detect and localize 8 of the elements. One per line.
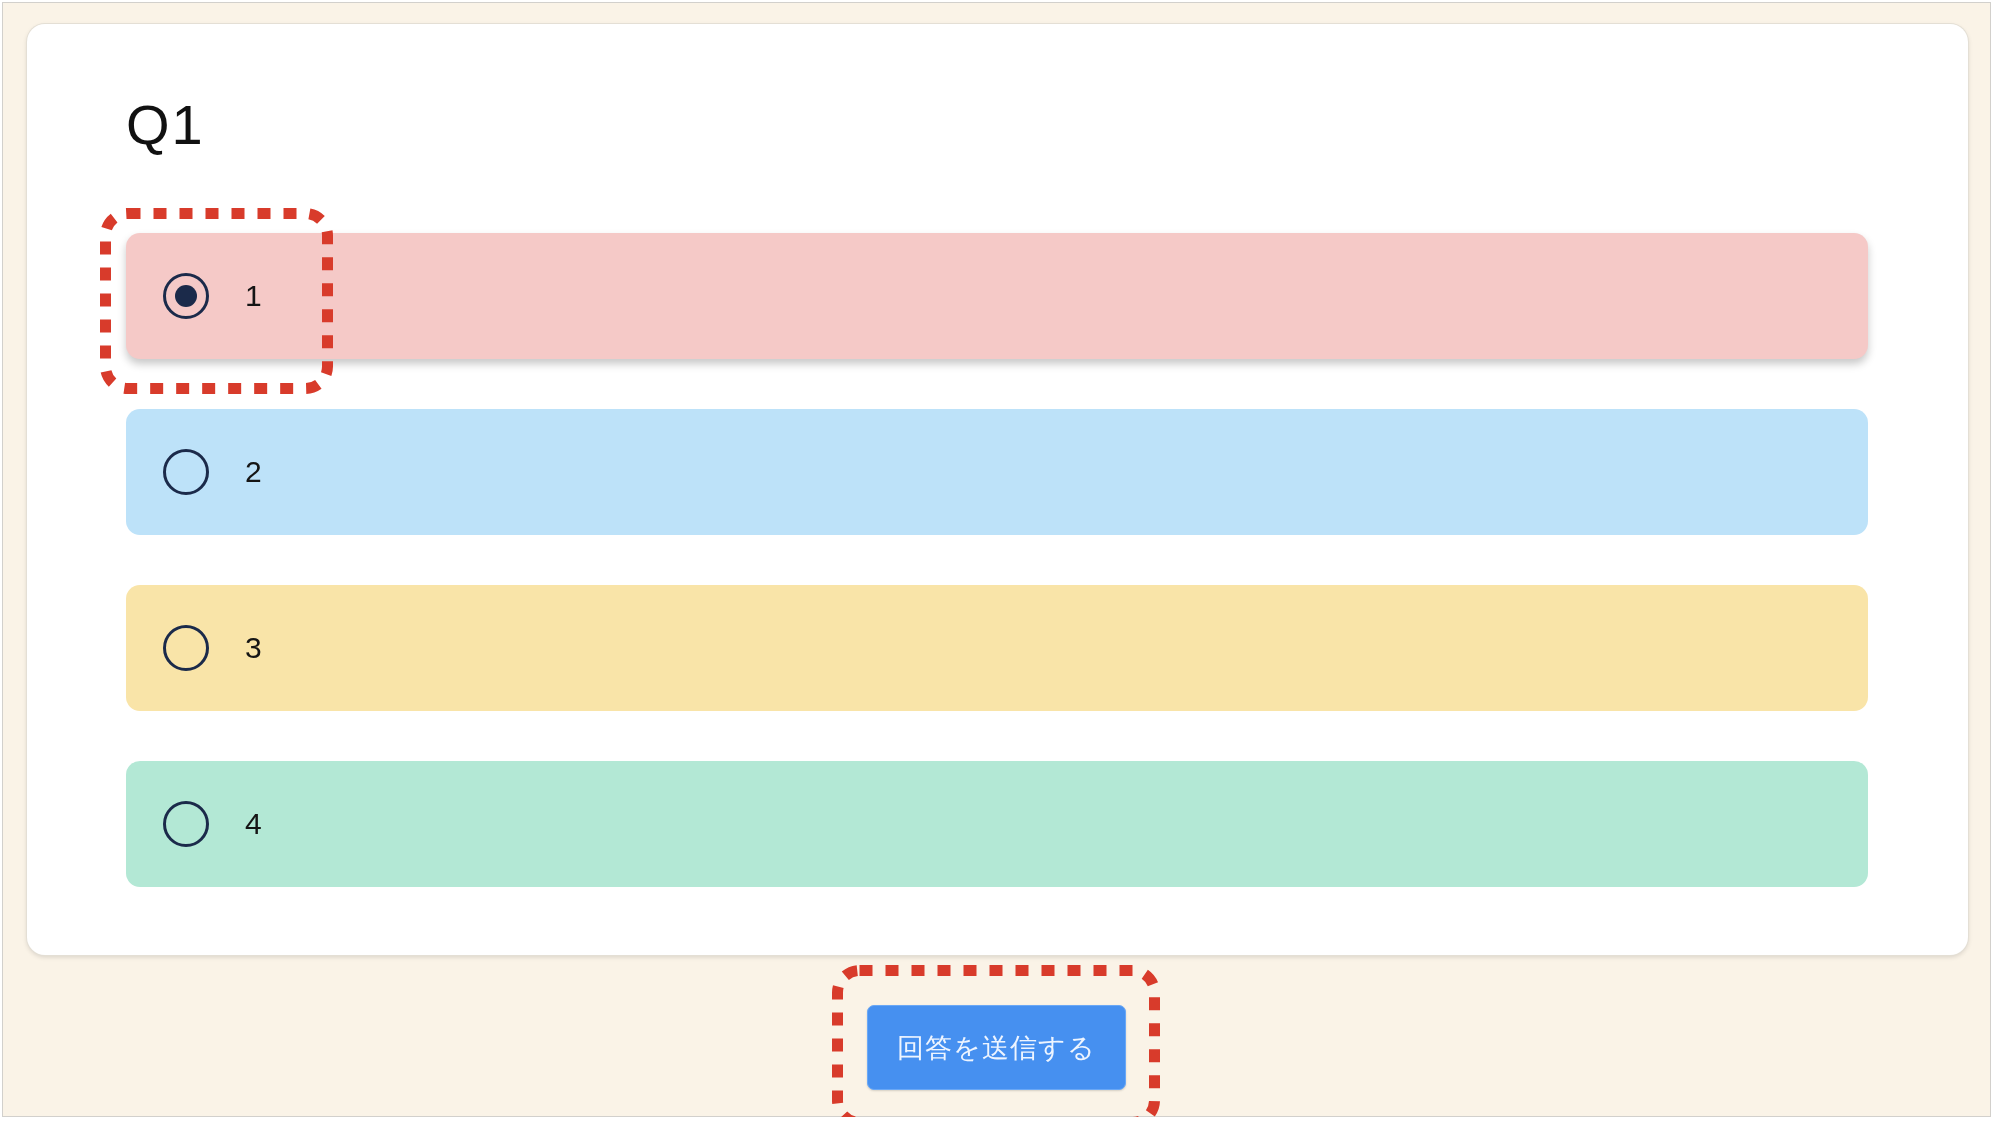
radio-icon[interactable] [163,449,209,495]
answer-option[interactable]: 3 [126,585,1868,711]
answer-option[interactable]: 4 [126,761,1868,887]
radio-icon[interactable] [163,625,209,671]
radio-selected-icon[interactable] [163,273,209,319]
radio-icon[interactable] [163,801,209,847]
question-title: Q1 [126,92,205,158]
answer-option[interactable]: 2 [126,409,1868,535]
